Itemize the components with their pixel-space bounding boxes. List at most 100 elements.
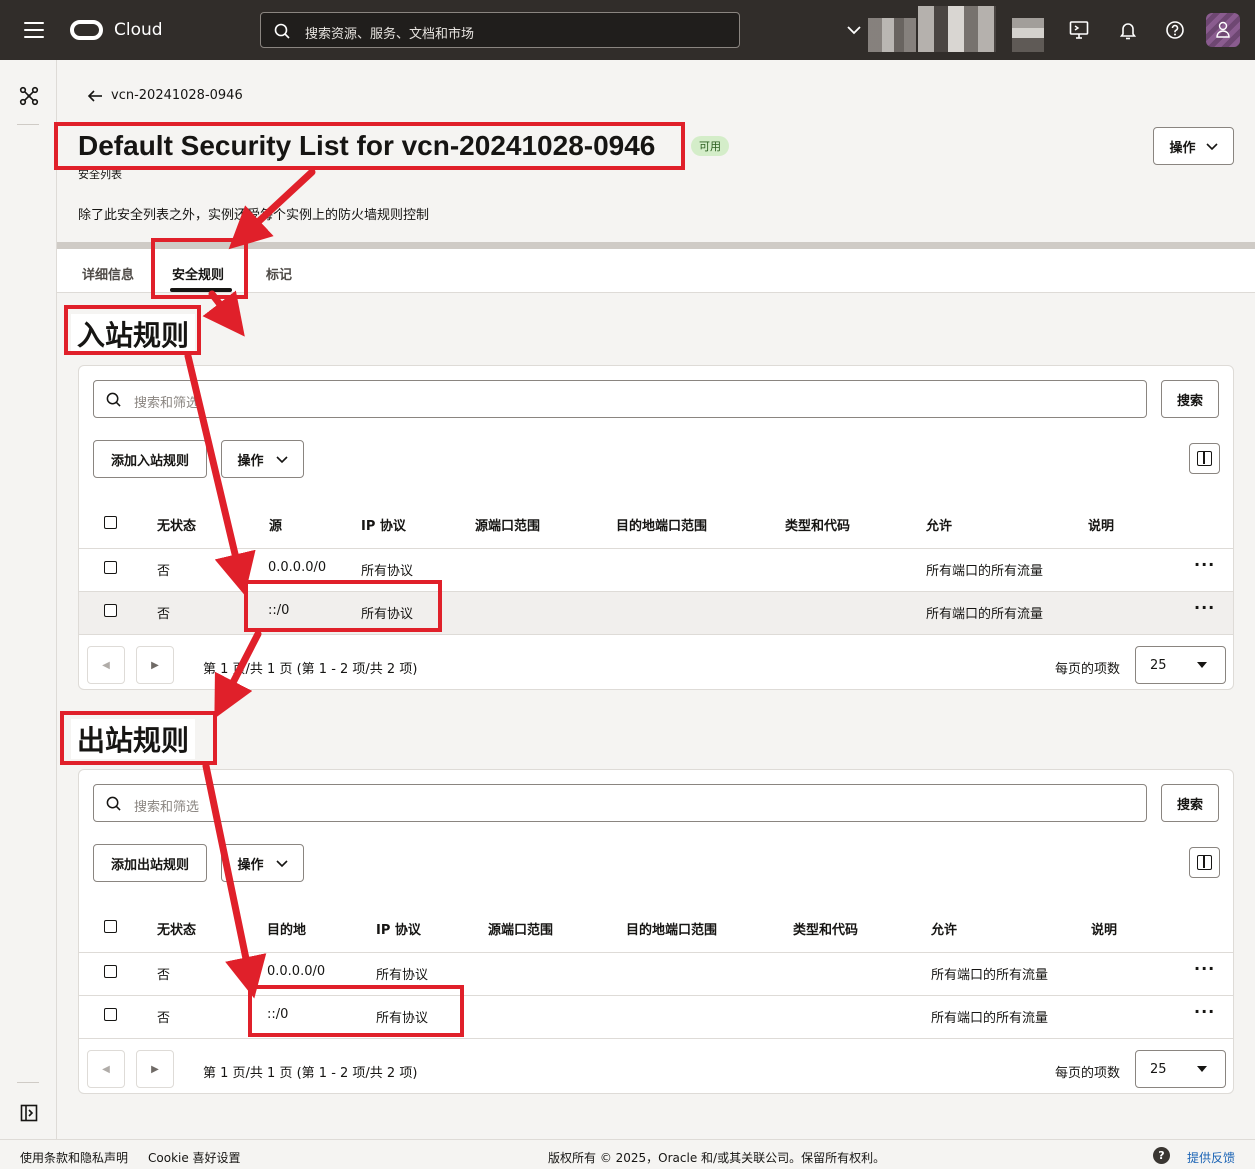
ingress-rules-panel: 搜索和筛选 搜索 添加入站规则 操作 无状态 源 IP 协议 源端口范围 目的地… (78, 365, 1234, 690)
global-search-input[interactable]: 搜索资源、服务、文档和市场 (260, 12, 740, 48)
ingress-rules-heading: 入站规则 (71, 314, 196, 354)
column-header-allows[interactable]: 允许 (926, 515, 952, 534)
row-allows: 所有端口的所有流量 (931, 1011, 1049, 1026)
terms-link[interactable]: 使用条款和隐私声明 (20, 1149, 128, 1166)
help-icon[interactable]: ? (1153, 1147, 1170, 1164)
page-footer: 使用条款和隐私声明 Cookie 喜好设置 版权所有 © 2025，Oracle… (0, 1139, 1255, 1169)
row-checkbox[interactable] (104, 604, 117, 617)
row-checkbox[interactable] (104, 1008, 117, 1021)
row-allows: 所有端口的所有流量 (931, 968, 1049, 983)
ingress-search-input[interactable]: 搜索和筛选 (93, 380, 1147, 418)
column-header-ip-protocol[interactable]: IP 协议 (376, 919, 421, 938)
tab-details[interactable]: 详细信息 (82, 264, 134, 283)
redacted-region-block (868, 18, 916, 52)
hamburger-menu-icon[interactable] (24, 22, 44, 38)
per-page-label: 每页的项数 (1055, 662, 1121, 677)
add-ingress-rule-button[interactable]: 添加入站规则 (93, 440, 207, 478)
select-all-checkbox[interactable] (104, 920, 117, 933)
row-checkbox[interactable] (104, 561, 117, 574)
oracle-logo-icon[interactable] (70, 20, 103, 40)
per-page-value: 25 (1150, 1062, 1167, 1077)
column-header-source[interactable]: 源 (269, 515, 282, 534)
table-row-hover (79, 592, 1233, 634)
region-chevron-down-icon[interactable] (846, 22, 862, 38)
row-ip-protocol: 所有协议 (376, 1011, 429, 1026)
row-divider (79, 952, 1233, 953)
egress-actions-label: 操作 (237, 857, 264, 873)
pager-next-button[interactable]: ▶ (136, 1050, 174, 1088)
caret-down-icon (1197, 1066, 1207, 1072)
row-source: 0.0.0.0/0 (268, 560, 327, 575)
column-header-source-port-range[interactable]: 源端口范围 (475, 515, 540, 534)
pager-next-button[interactable]: ▶ (136, 646, 174, 684)
help-icon[interactable] (1165, 20, 1185, 40)
cloud-shell-icon[interactable] (1069, 20, 1089, 40)
column-header-source-port-range[interactable]: 源端口范围 (488, 919, 553, 938)
pager-previous-button[interactable]: ◀ (87, 1050, 125, 1088)
row-more-actions-icon[interactable]: ··· (1194, 1002, 1215, 1021)
user-avatar[interactable] (1206, 13, 1240, 47)
resource-type-label: 安全列表 (78, 168, 122, 181)
column-visibility-icon[interactable] (1189, 443, 1220, 474)
row-ip-protocol: 所有协议 (361, 564, 414, 579)
global-search-placeholder: 搜索资源、服务、文档和市场 (305, 27, 475, 42)
back-breadcrumb[interactable]: vcn-20241028-0946 (87, 88, 243, 103)
chevron-down-icon (1205, 143, 1218, 151)
ingress-actions-button[interactable]: 操作 (221, 440, 304, 478)
networking-icon[interactable] (19, 86, 39, 106)
header-actions-label: 操作 (1169, 140, 1196, 156)
column-header-stateless[interactable]: 无状态 (157, 919, 196, 938)
column-header-stateless[interactable]: 无状态 (157, 515, 196, 534)
row-source: ::/0 (268, 603, 290, 618)
row-destination: ::/0 (267, 1007, 289, 1022)
notifications-bell-icon[interactable] (1118, 20, 1138, 40)
tab-security-rules[interactable]: 安全规则 (172, 264, 224, 283)
pager-previous-button[interactable]: ◀ (87, 646, 125, 684)
egress-search-input[interactable]: 搜索和筛选 (93, 784, 1147, 822)
expand-sidebar-icon[interactable] (20, 1104, 38, 1122)
per-page-select[interactable]: 25 (1135, 646, 1226, 684)
column-header-allows[interactable]: 允许 (931, 919, 957, 938)
tab-tags[interactable]: 标记 (266, 264, 292, 283)
feedback-link[interactable]: 提供反馈 (1187, 1149, 1235, 1166)
egress-search-button[interactable]: 搜索 (1161, 784, 1219, 822)
ingress-search-button[interactable]: 搜索 (1161, 380, 1219, 418)
egress-search-placeholder: 搜索和筛选 (134, 800, 200, 815)
row-checkbox[interactable] (104, 965, 117, 978)
column-header-type-and-code[interactable]: 类型和代码 (793, 919, 858, 938)
left-navigation-rail (0, 60, 57, 1139)
page-title: Default Security List for vcn-20241028-0… (78, 130, 656, 161)
brand-label[interactable]: Cloud (114, 20, 163, 40)
row-more-actions-icon[interactable]: ··· (1194, 598, 1215, 617)
per-page-label: 每页的项数 (1055, 1066, 1121, 1081)
chevron-down-icon (275, 456, 288, 464)
column-header-destination-port-range[interactable]: 目的地端口范围 (626, 919, 717, 938)
active-tab-indicator (170, 288, 232, 292)
row-more-actions-icon[interactable]: ··· (1194, 959, 1215, 978)
page-description: 除了此安全列表之外，实例还受每个实例上的防火墙规则控制 (78, 208, 430, 223)
pager-status-text: 第 1 页/共 1 页 (第 1 - 2 项/共 2 项) (203, 1066, 418, 1081)
per-page-select[interactable]: 25 (1135, 1050, 1226, 1088)
egress-actions-button[interactable]: 操作 (221, 844, 304, 882)
column-header-destination-port-range[interactable]: 目的地端口范围 (616, 515, 707, 534)
pager-status-text: 第 1 页/共 1 页 (第 1 - 2 项/共 2 项) (203, 662, 418, 677)
search-icon (106, 392, 121, 407)
add-egress-rule-button[interactable]: 添加出站规则 (93, 844, 207, 882)
arrow-left-icon (87, 89, 102, 102)
column-header-ip-protocol[interactable]: IP 协议 (361, 515, 406, 534)
ingress-actions-label: 操作 (237, 453, 264, 469)
select-all-checkbox[interactable] (104, 516, 117, 529)
column-visibility-icon[interactable] (1189, 847, 1220, 878)
column-header-type-and-code[interactable]: 类型和代码 (785, 515, 850, 534)
row-more-actions-icon[interactable]: ··· (1194, 555, 1215, 574)
search-icon (106, 796, 121, 811)
column-header-description[interactable]: 说明 (1091, 919, 1117, 938)
rail-divider (17, 1082, 39, 1083)
header-actions-button[interactable]: 操作 (1153, 127, 1234, 165)
row-stateless: 否 (157, 607, 171, 622)
top-navigation-bar: Cloud 搜索资源、服务、文档和市场 (0, 0, 1255, 60)
redacted-region-block (1012, 18, 1044, 52)
column-header-destination[interactable]: 目的地 (267, 919, 306, 938)
column-header-description[interactable]: 说明 (1088, 515, 1114, 534)
cookie-preferences-link[interactable]: Cookie 喜好设置 (148, 1149, 241, 1166)
